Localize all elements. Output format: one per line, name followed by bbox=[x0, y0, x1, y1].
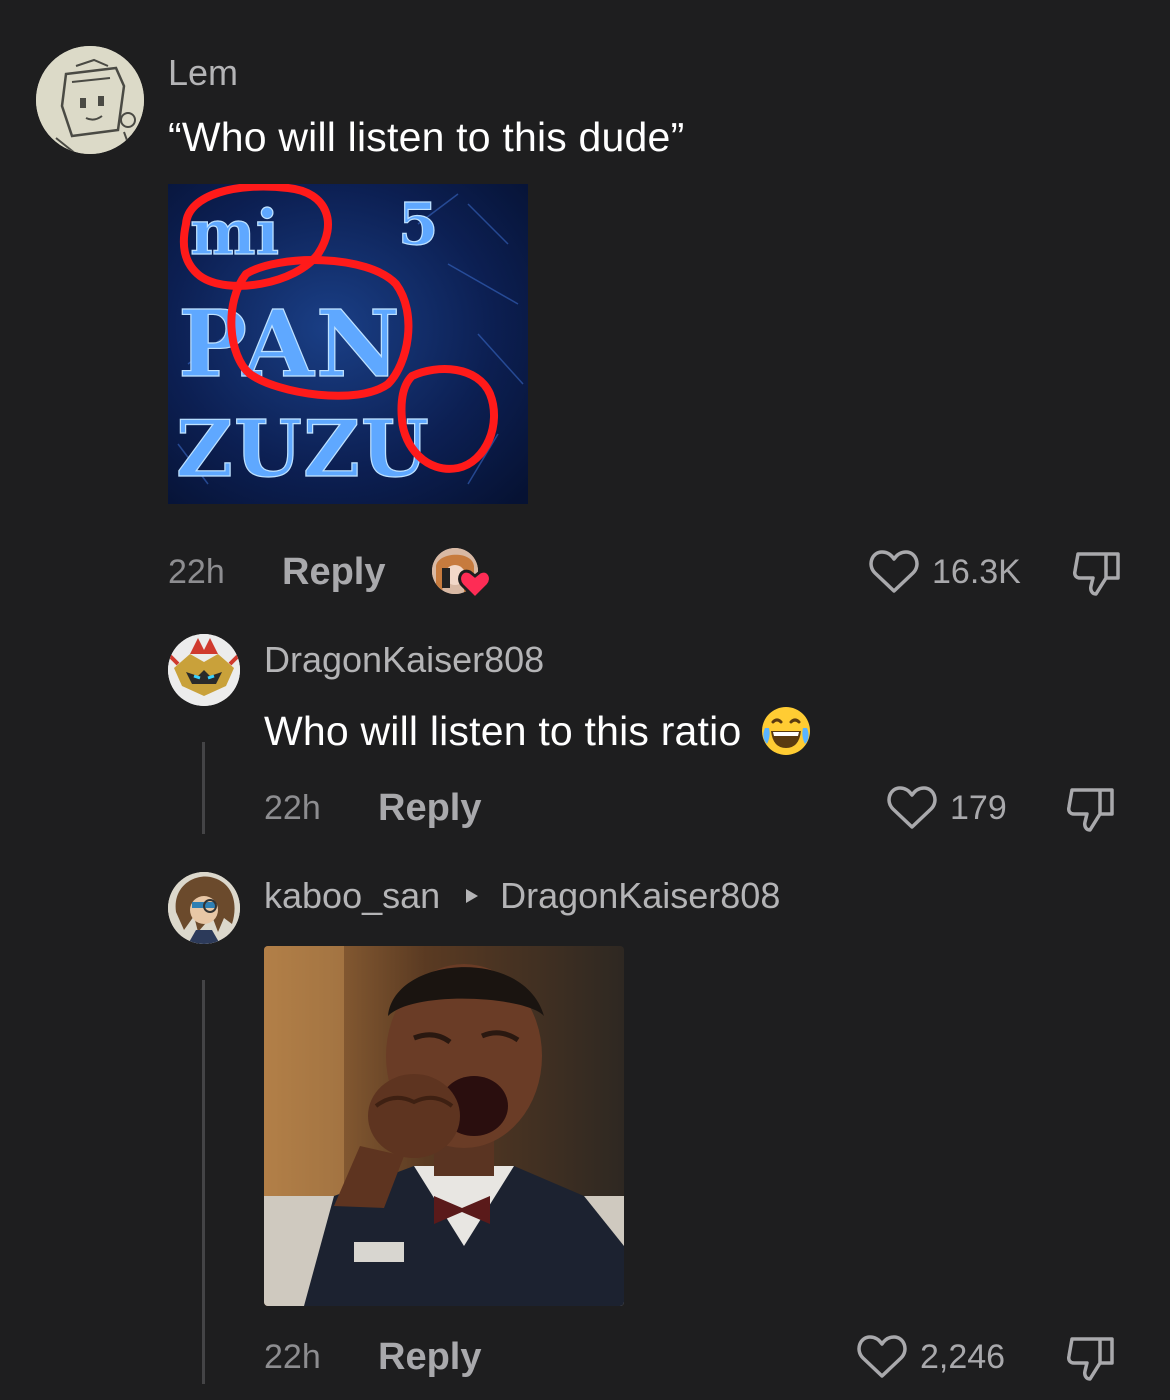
comment-text-dragonkaiser: Who will listen to this ratio bbox=[264, 704, 813, 758]
reply-to-username[interactable]: DragonKaiser808 bbox=[500, 878, 780, 914]
creator-liked-heart-icon bbox=[458, 569, 492, 600]
svg-text:ZUZU: ZUZU bbox=[176, 404, 430, 495]
heart-outline-icon[interactable] bbox=[886, 785, 938, 831]
like-count-dragonkaiser: 179 bbox=[950, 789, 1007, 827]
laughing-man-photo bbox=[264, 946, 624, 1306]
username-dragonkaiser[interactable]: DragonKaiser808 bbox=[264, 642, 544, 678]
sketch-character-icon bbox=[36, 46, 144, 154]
avatar-lem[interactable] bbox=[36, 46, 144, 154]
thread-line-1 bbox=[202, 742, 205, 834]
avatar-kaboo[interactable] bbox=[168, 872, 240, 944]
username-kaboo[interactable]: kaboo_san bbox=[264, 878, 440, 914]
avatar-dragonkaiser[interactable] bbox=[168, 634, 240, 706]
comment-image-panzuzu[interactable]: mi 5 PAN ZUZU bbox=[168, 184, 528, 504]
thread-line-2 bbox=[202, 980, 205, 1384]
heart-outline-icon[interactable] bbox=[868, 549, 920, 595]
like-count-lem: 16.3K bbox=[932, 553, 1021, 591]
robot-helmet-icon bbox=[168, 634, 240, 706]
creator-liked-badge bbox=[432, 548, 492, 600]
thumbs-down-icon[interactable] bbox=[1066, 1333, 1118, 1383]
comment-text-dragonkaiser-text: Who will listen to this ratio bbox=[264, 707, 742, 754]
thumbs-down-icon[interactable] bbox=[1066, 784, 1118, 834]
like-count-kaboo: 2,246 bbox=[920, 1338, 1006, 1376]
anime-character-icon bbox=[168, 872, 240, 944]
reply-button-dragonkaiser[interactable]: Reply bbox=[378, 789, 481, 827]
heart-outline-icon[interactable] bbox=[856, 1334, 908, 1380]
username-lem[interactable]: Lem bbox=[168, 55, 238, 91]
laughing-emoji-icon bbox=[759, 704, 813, 758]
comment-text-lem: “Who will listen to this dude” bbox=[168, 114, 685, 160]
panzuzu-text-image: mi 5 PAN ZUZU bbox=[168, 184, 528, 504]
reply-button-kaboo[interactable]: Reply bbox=[378, 1338, 481, 1376]
reply-button-lem[interactable]: Reply bbox=[282, 553, 385, 591]
comment-image-laughing-man[interactable] bbox=[264, 946, 624, 1306]
timestamp-lem: 22h bbox=[168, 553, 225, 591]
timestamp-dragonkaiser: 22h bbox=[264, 789, 321, 827]
reply-header-kaboo: kaboo_san DragonKaiser808 bbox=[264, 878, 780, 914]
svg-text:5: 5 bbox=[398, 190, 438, 258]
thumbs-down-icon[interactable] bbox=[1072, 548, 1124, 598]
svg-text:PAN: PAN bbox=[178, 290, 402, 398]
image-text-mi: mi bbox=[190, 196, 279, 269]
triangle-right-icon bbox=[466, 889, 479, 903]
timestamp-kaboo: 22h bbox=[264, 1338, 321, 1376]
